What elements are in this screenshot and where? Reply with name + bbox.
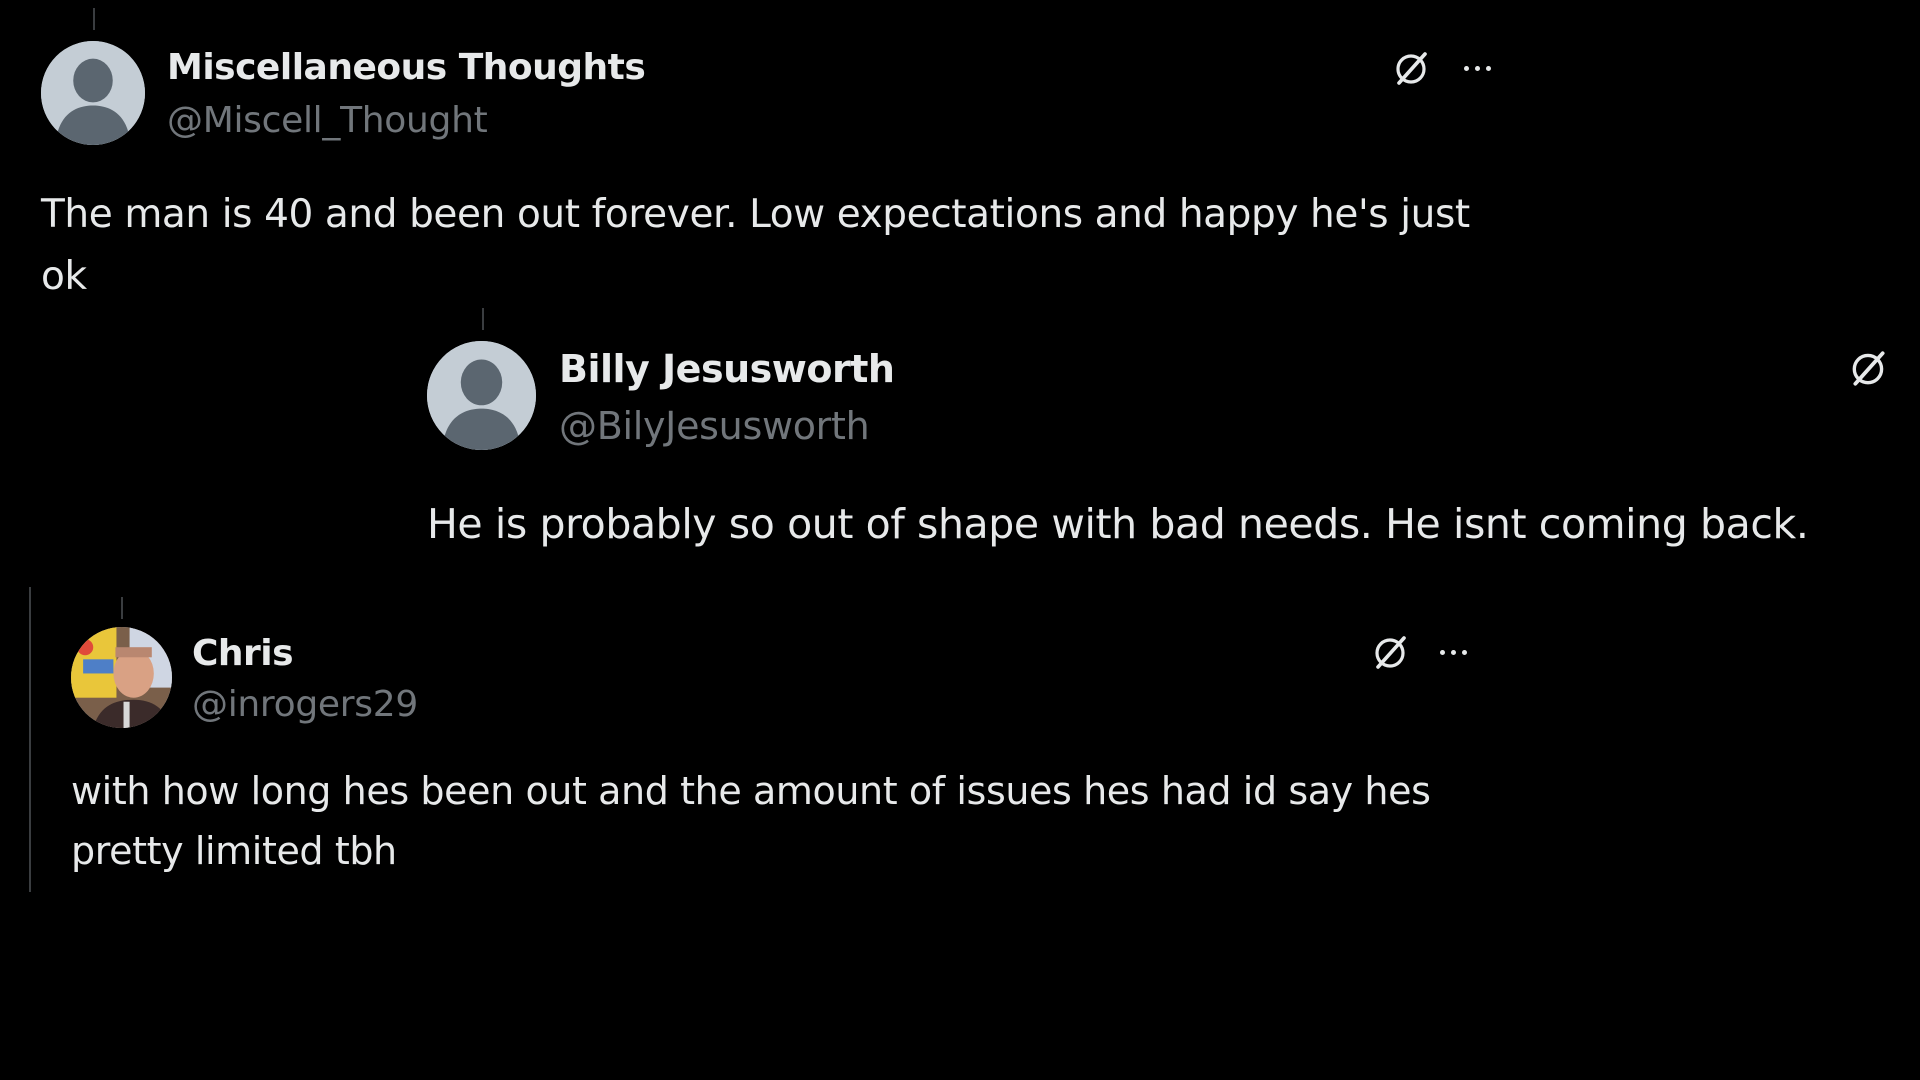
- grok-icon-glyph: [1852, 351, 1885, 386]
- avatar[interactable]: [71, 627, 172, 728]
- post-text-line: with how long hes been out and the amoun…: [71, 769, 1431, 813]
- display-name[interactable]: Miscellaneous Thoughts: [167, 47, 646, 88]
- dot: [1451, 650, 1456, 655]
- dot: [1464, 66, 1469, 71]
- thread-connector: [93, 8, 95, 30]
- display-name[interactable]: Billy Jesusworth: [559, 347, 895, 391]
- thread-connector: [121, 597, 123, 619]
- avatar[interactable]: [41, 41, 145, 145]
- default-avatar-icon: [41, 41, 145, 145]
- display-name[interactable]: Chris: [192, 633, 294, 674]
- post-text: with how long hes been out and the amoun…: [71, 761, 1431, 881]
- grok-icon[interactable]: [1390, 46, 1434, 90]
- post-text-line: pretty limited tbh: [71, 829, 397, 873]
- grok-icon-glyph: [1396, 52, 1427, 85]
- photo-avatar-icon: [71, 627, 172, 728]
- post-text-line: ok: [41, 254, 87, 299]
- reply-rule: [29, 587, 31, 892]
- dot: [1475, 66, 1480, 71]
- grok-icon-glyph: [1375, 636, 1406, 669]
- more-options-icon[interactable]: [1464, 66, 1491, 71]
- avatar[interactable]: [427, 341, 536, 450]
- default-avatar-icon: [427, 341, 536, 450]
- user-handle[interactable]: @inrogers29: [192, 684, 418, 725]
- dot: [1440, 650, 1445, 655]
- thread-connector: [482, 308, 484, 330]
- user-handle[interactable]: @Miscell_Thought: [167, 100, 488, 141]
- post-text-line: The man is 40 and been out forever. Low …: [41, 192, 1470, 237]
- more-options-icon[interactable]: [1440, 650, 1467, 655]
- grok-icon[interactable]: [1846, 345, 1892, 391]
- user-handle[interactable]: @BilyJesusworth: [559, 404, 870, 448]
- dot: [1486, 66, 1491, 71]
- dot: [1462, 650, 1467, 655]
- post-text: He is probably so out of shape with bad …: [427, 493, 1809, 555]
- post-text: The man is 40 and been out forever. Low …: [41, 184, 1470, 308]
- grok-icon[interactable]: [1369, 630, 1413, 674]
- post-text-line: He is probably so out of shape with bad …: [427, 500, 1809, 548]
